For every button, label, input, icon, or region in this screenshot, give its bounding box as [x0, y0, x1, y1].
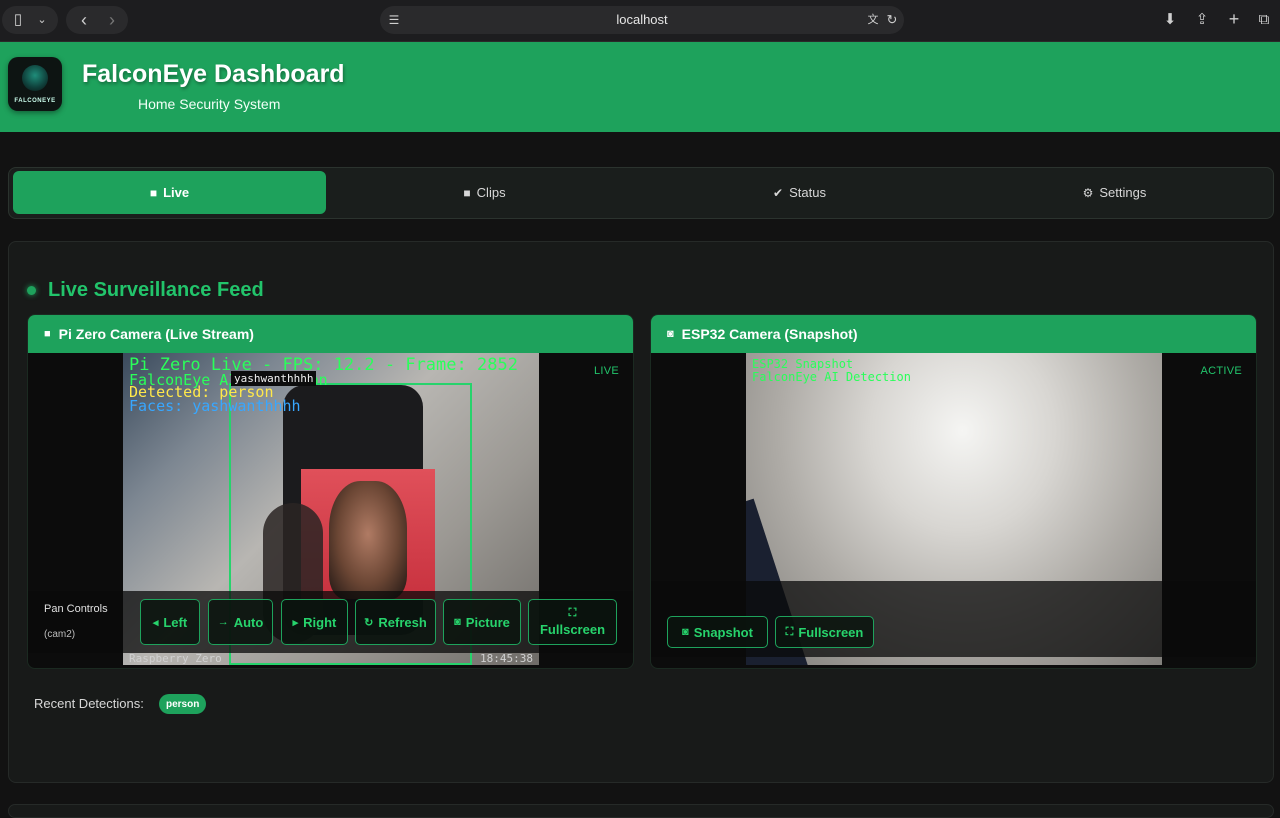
- falconeye-logo: FALCONEYE: [8, 57, 62, 111]
- page-title: FalconEye Dashboard: [82, 60, 345, 88]
- tab-live[interactable]: ■ Live: [13, 171, 326, 214]
- sidebar-toggle-group[interactable]: ▯ ⌄: [2, 6, 58, 34]
- button-label: Right: [303, 614, 337, 630]
- snapshot-button[interactable]: ◙ Snapshot: [667, 616, 768, 648]
- button-label: Left: [163, 614, 188, 630]
- overlay-esp32: ESP32 Snapshot: [752, 357, 854, 371]
- overlay-ai: FalconEye AI Detection: [752, 370, 911, 384]
- camera-card-pi-zero: ■ Pi Zero Camera (Live Stream) Pi Zero L…: [27, 314, 634, 669]
- nav-group: ‹ ›: [66, 6, 128, 34]
- camera-card-esp32: ◙ ESP32 Camera (Snapshot) ESP32 Snapshot…: [650, 314, 1257, 669]
- page-subtitle: Home Security System: [138, 96, 281, 112]
- sidebar-icon[interactable]: ▯: [8, 10, 28, 30]
- caret-left-icon: ◂: [152, 616, 159, 629]
- pan-controls-sub: (cam2): [44, 629, 76, 640]
- camera-header: ■ Pi Zero Camera (Live Stream): [28, 315, 633, 353]
- camera-header: ◙ ESP32 Camera (Snapshot): [651, 315, 1256, 353]
- tab-label: Live: [163, 185, 190, 200]
- tabs-overview-icon[interactable]: ⧉: [1254, 10, 1274, 30]
- status-badge: LIVE: [593, 365, 619, 377]
- overlay-time: 18:45:38: [480, 652, 533, 665]
- button-label: Snapshot: [693, 624, 753, 640]
- address-bar[interactable]: ☰ localhost 文 ↻: [380, 6, 904, 34]
- pan-left-button[interactable]: ◂ Left: [140, 599, 200, 645]
- download-icon[interactable]: ⬇: [1160, 10, 1180, 30]
- button-label: Fullscreen: [539, 622, 606, 637]
- section-title: Live Surveillance Feed: [27, 279, 264, 302]
- share-icon[interactable]: ⇪: [1192, 10, 1212, 30]
- falcon-logo-icon: [22, 65, 48, 91]
- overlay-faces: Faces: yashwanthhhh: [129, 397, 301, 415]
- url-text: localhost: [616, 12, 668, 27]
- video-icon: ■: [149, 185, 158, 200]
- pan-controls-label: Pan Controls: [44, 603, 108, 615]
- tab-label: Settings: [1099, 185, 1147, 200]
- live-indicator-dot: [27, 286, 36, 295]
- caret-right-icon: ▸: [292, 616, 299, 629]
- snapshot-controls-bar: ◙ Snapshot ⛶ Fullscreen: [651, 581, 1256, 657]
- new-tab-icon[interactable]: +: [1224, 9, 1244, 29]
- overlay-device: Raspberry Zero: [129, 652, 222, 665]
- arrow-right-icon: →: [217, 616, 229, 628]
- main-tabs: ■ Live ■ Clips ✔ Status ⚙ Settings: [8, 167, 1274, 219]
- refresh-button[interactable]: ↻ Refresh: [355, 599, 436, 645]
- back-icon[interactable]: ‹: [74, 10, 94, 30]
- picture-button[interactable]: ◙ Picture: [443, 599, 521, 645]
- button-label: Refresh: [378, 614, 427, 630]
- video-icon: ■: [463, 185, 471, 200]
- logo-text: FALCONEYE: [14, 98, 56, 104]
- gear-icon: ⚙: [1082, 185, 1094, 200]
- chevron-down-icon[interactable]: ⌄: [34, 10, 50, 30]
- detection-tag[interactable]: person: [159, 694, 207, 714]
- button-label: Fullscreen: [798, 624, 864, 640]
- tab-clips[interactable]: ■ Clips: [328, 171, 641, 214]
- tab-settings[interactable]: ⚙ Settings: [958, 171, 1271, 214]
- forward-icon[interactable]: ›: [102, 10, 122, 30]
- camera-title: Pi Zero Camera (Live Stream): [58, 326, 254, 342]
- browser-toolbar: ▯ ⌄ ‹ › ☰ localhost 文 ↻ ⬇ ⇪ + ⧉: [0, 0, 1280, 42]
- pan-auto-button[interactable]: → Auto: [208, 599, 273, 645]
- live-panel: Live Surveillance Feed ■ Pi Zero Camera …: [8, 241, 1274, 783]
- button-label: Auto: [233, 614, 264, 630]
- recent-detections-label: Recent Detections:: [34, 696, 144, 711]
- fullscreen-button[interactable]: ⛶ Fullscreen: [775, 616, 874, 648]
- camera-icon: ◙: [682, 626, 689, 638]
- camera-icon: ◙: [454, 616, 461, 628]
- video-icon: ■: [44, 328, 51, 340]
- check-circle-icon: ✔: [773, 185, 784, 200]
- tab-label: Clips: [476, 185, 506, 200]
- app-header: FALCONEYE FalconEye Dashboard Home Secur…: [0, 42, 1280, 132]
- expand-icon: ⛶: [785, 625, 794, 638]
- camera-icon: ◙: [667, 328, 674, 340]
- status-badge: ACTIVE: [1200, 365, 1242, 377]
- section-title-text: Live Surveillance Feed: [48, 279, 264, 301]
- pan-controls-bar: Pan Controls (cam2) ◂ Left → Auto ▸ Righ…: [28, 591, 633, 653]
- pan-right-button[interactable]: ▸ Right: [281, 599, 348, 645]
- next-panel-edge: [8, 804, 1274, 818]
- button-label: Picture: [465, 614, 510, 630]
- reload-icon[interactable]: ↻: [884, 10, 900, 30]
- tab-status[interactable]: ✔ Status: [643, 171, 956, 214]
- translate-icon[interactable]: 文: [864, 10, 882, 30]
- refresh-icon: ↻: [364, 616, 374, 629]
- expand-icon: ⛶: [568, 607, 577, 619]
- tab-label: Status: [789, 185, 826, 200]
- fullscreen-button[interactable]: ⛶ Fullscreen: [528, 599, 617, 645]
- camera-title: ESP32 Camera (Snapshot): [681, 326, 858, 342]
